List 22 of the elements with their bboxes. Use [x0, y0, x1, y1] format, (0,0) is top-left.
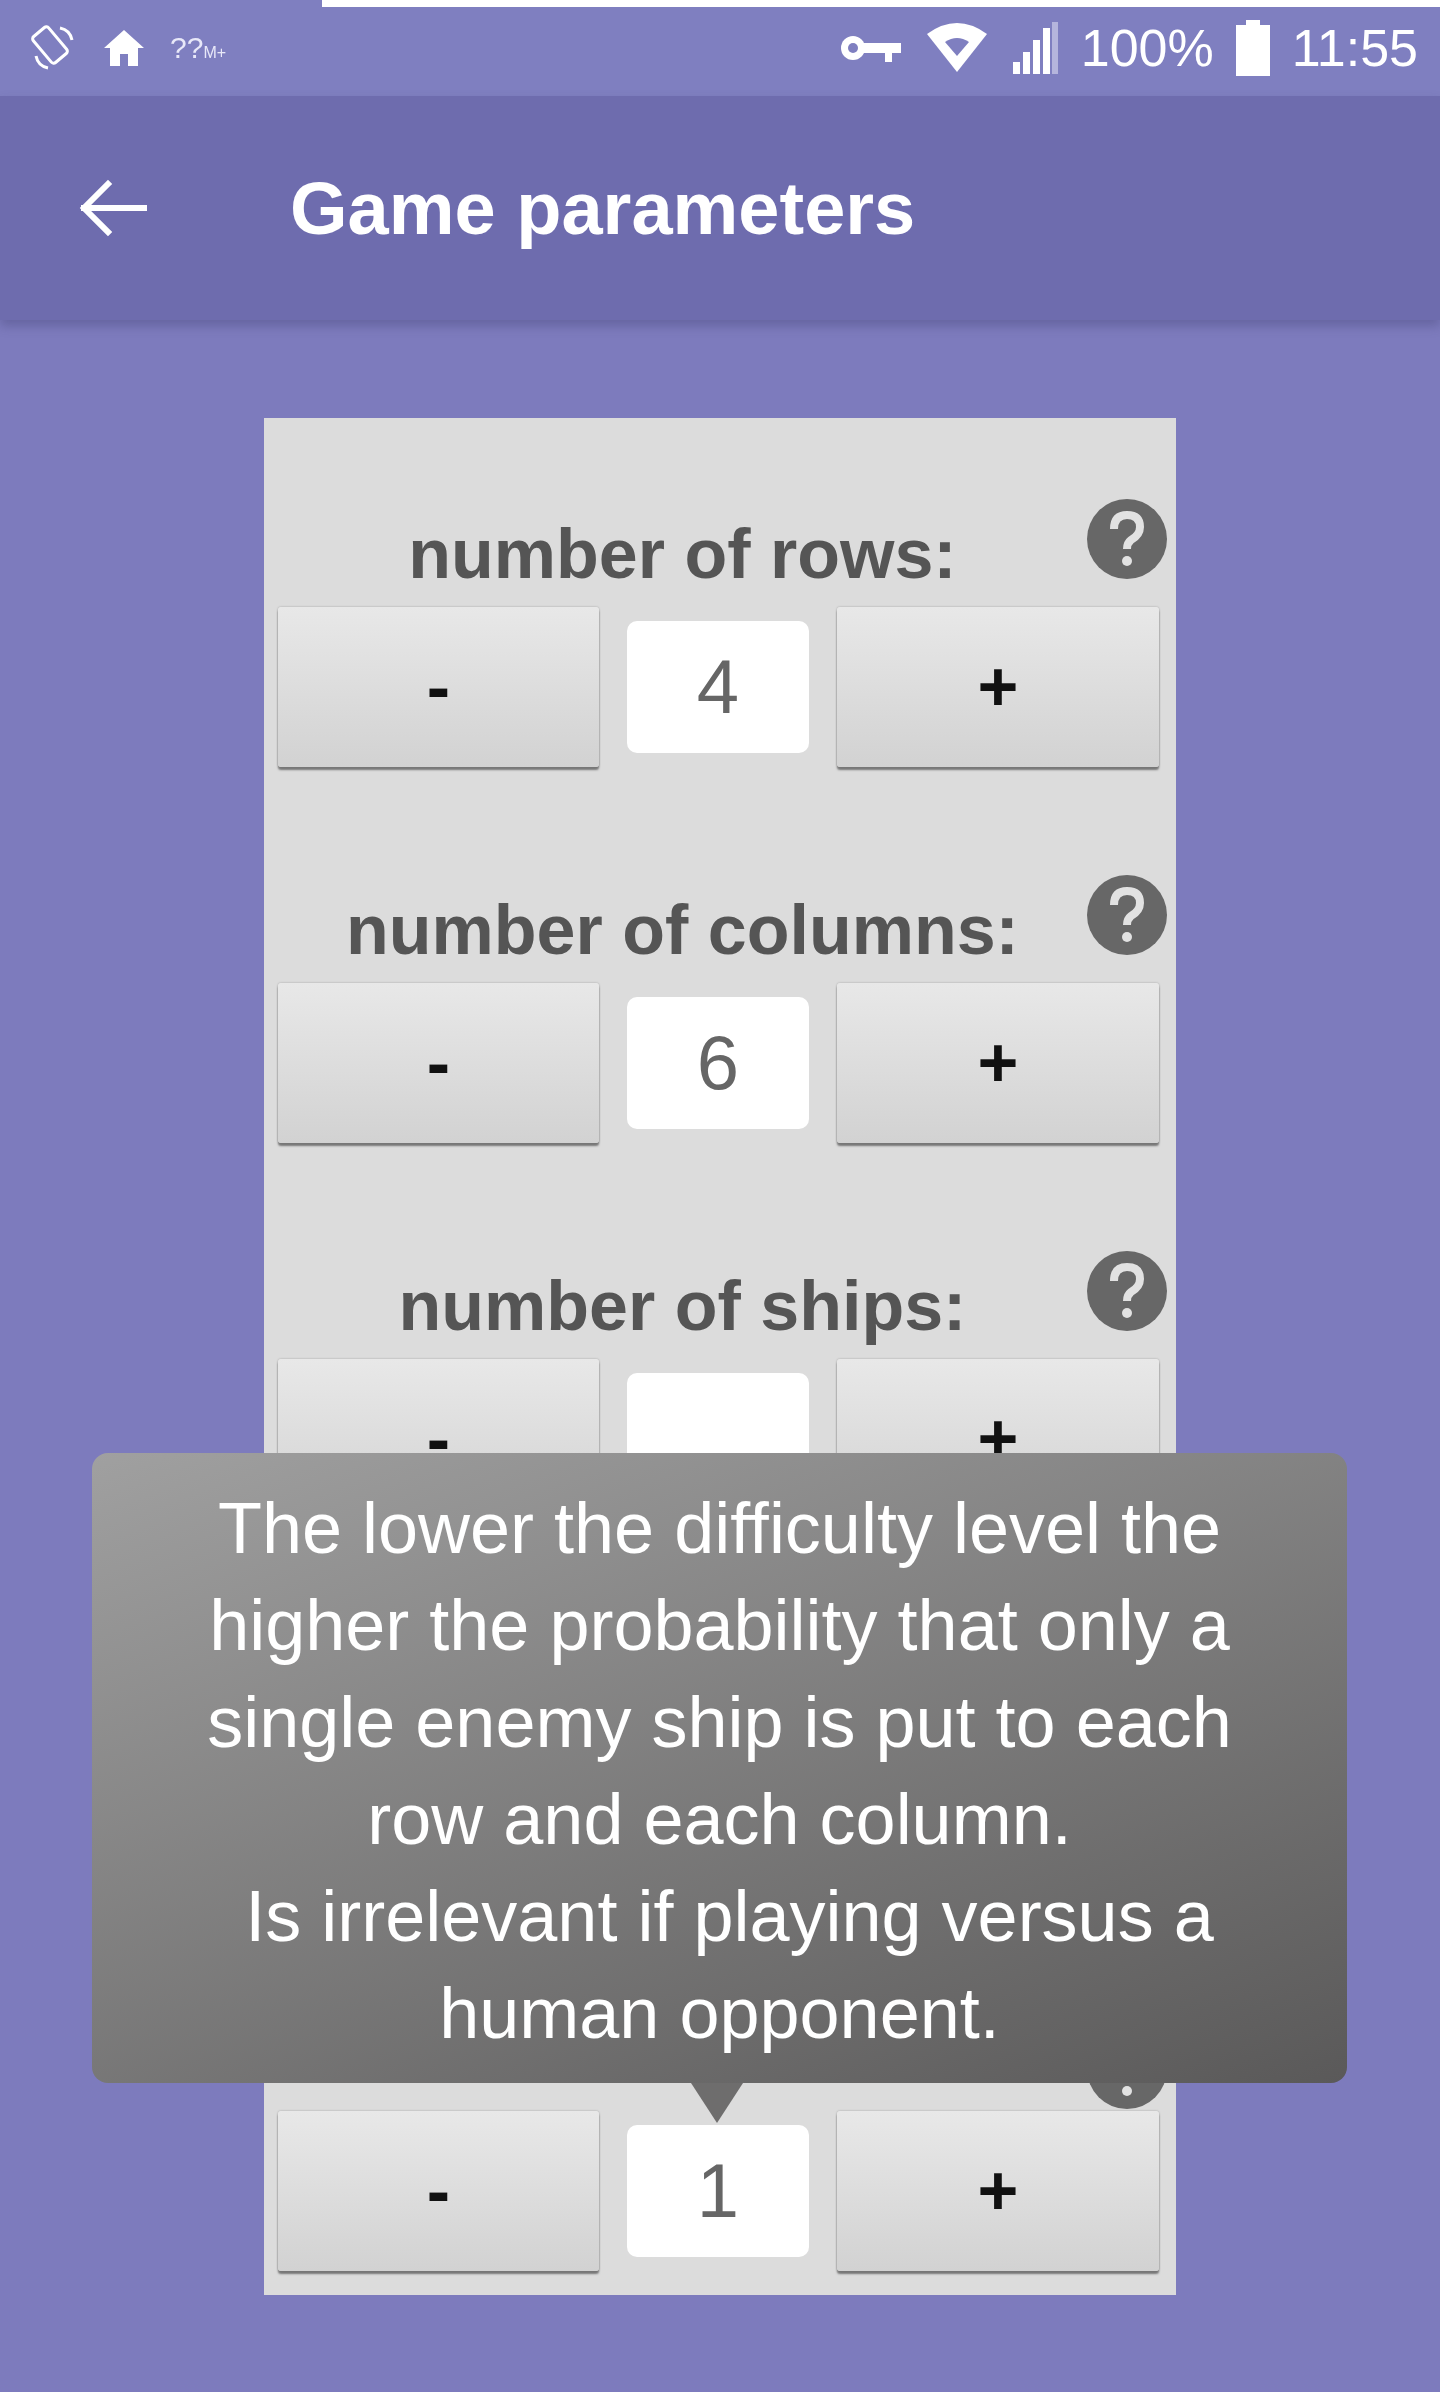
increment-button[interactable]: + — [837, 606, 1159, 767]
battery-icon — [1235, 20, 1270, 76]
setting-label: number of columns: — [345, 890, 1020, 970]
help-icon[interactable] — [1087, 1251, 1167, 1331]
clock: 11:55 — [1291, 18, 1418, 78]
value-field: 1 — [627, 2124, 809, 2257]
help-icon[interactable] — [1087, 499, 1167, 579]
decrement-button[interactable]: - — [278, 2110, 599, 2271]
increment-button[interactable]: + — [837, 2110, 1159, 2271]
tooltip-pointer — [691, 2083, 743, 2123]
signal-icon — [1010, 22, 1059, 74]
battery-percent: 100% — [1080, 18, 1214, 78]
notification-text: ??M+ — [170, 31, 227, 65]
decrement-button[interactable]: - — [278, 982, 599, 1143]
help-icon[interactable] — [1087, 875, 1167, 955]
increment-button[interactable]: + — [837, 982, 1159, 1143]
screen-title: Game parameters — [290, 165, 916, 251]
setting-label: number of rows: — [407, 514, 958, 594]
value-field: 4 — [627, 620, 809, 753]
decrement-button[interactable]: - — [278, 606, 599, 767]
value-field: 6 — [627, 996, 809, 1129]
setting-label: number of ships: — [397, 1266, 968, 1346]
